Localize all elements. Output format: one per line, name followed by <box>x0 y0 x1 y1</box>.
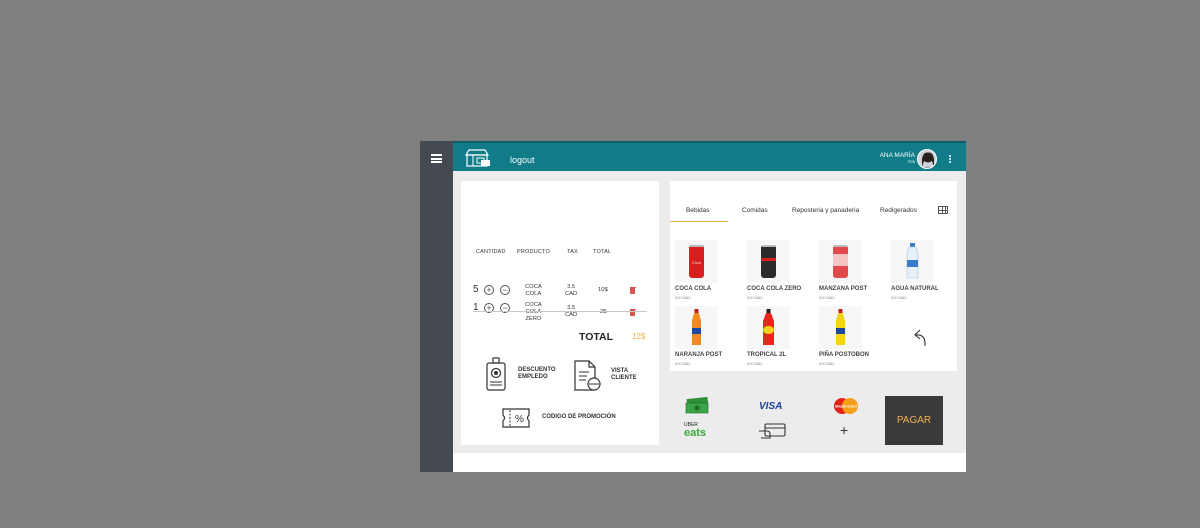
product-name: AGUA NATURAL <box>891 286 939 292</box>
product-card[interactable]: NARANJA POST 3.5 CAD <box>675 306 737 366</box>
row-1-plus-button[interactable]: + <box>484 285 494 295</box>
product-image <box>747 240 790 283</box>
active-tab-indicator <box>670 221 728 222</box>
row-1-product: COCA COLA <box>525 284 542 297</box>
tab-bebidas[interactable]: Bebidas <box>686 207 710 214</box>
water-bottle-icon <box>906 243 919 279</box>
grid-view-icon[interactable] <box>938 206 948 214</box>
avatar[interactable] <box>917 149 937 169</box>
customer-view-icon[interactable] <box>573 360 603 392</box>
product-price: 3.5 CAD <box>747 295 763 300</box>
bottom-band <box>453 453 966 472</box>
product-card[interactable]: COCA COLA ZERO 3.5 CAD <box>747 240 809 300</box>
user-name: ANA MARÍA POS <box>879 152 915 164</box>
header-tax: TAX <box>567 249 578 255</box>
card-payment-icon[interactable] <box>757 422 787 440</box>
mastercard-text: MasterCard <box>835 404 858 409</box>
product-image <box>675 306 718 349</box>
total-value: 12$ <box>632 332 646 341</box>
row-1-total: 10$ <box>598 287 608 293</box>
user-name-label: ANA MARÍA <box>879 152 915 159</box>
total-label: TOTAL <box>579 331 614 343</box>
customer-view-button[interactable]: VISTA CLIENTE <box>611 368 637 382</box>
product-card[interactable]: MANZANA POST 3.5 CAD <box>819 240 881 300</box>
header-total: TOTAL <box>593 249 612 255</box>
divider <box>473 311 647 312</box>
svg-text:Coca: Coca <box>692 260 700 265</box>
back-arrow-icon[interactable] <box>912 326 930 348</box>
svg-text:%: % <box>515 414 524 425</box>
header-quantity: CANTIDAD <box>476 249 506 255</box>
logout-link[interactable]: logout <box>510 155 535 165</box>
soda-bottle-icon <box>836 309 845 345</box>
user-photo-icon <box>922 152 934 168</box>
product-name: PIÑA POSTOBON <box>819 352 870 358</box>
user-role: POS <box>907 159 915 164</box>
row-2-product: COCA COLA ZERO <box>525 302 542 322</box>
promo-code-button[interactable]: CODIGO DE PROMOCIÓN <box>542 414 616 421</box>
soda-bottle-icon <box>692 309 701 345</box>
product-card[interactable]: PIÑA POSTOBON 3.5 CAD <box>819 306 881 366</box>
product-price: 3.5 CAD <box>891 295 907 300</box>
product-price: 3.5 CAD <box>675 361 691 366</box>
soda-can-icon: Coca <box>689 245 704 278</box>
product-price: 3.5 CAD <box>819 295 835 300</box>
product-card[interactable]: AGUA NATURAL 3.5 CAD <box>891 240 953 300</box>
row-1-tax: 3.5 CAD <box>565 284 578 297</box>
employee-discount-button[interactable]: DESCUENTO EMPLEDO <box>518 367 556 381</box>
row-1-minus-button[interactable]: − <box>500 285 510 295</box>
employee-badge-icon[interactable] <box>485 357 507 391</box>
row-1-delete-icon[interactable] <box>629 286 636 294</box>
tab-comidas[interactable]: Comidas <box>742 207 768 214</box>
more-options-icon[interactable] <box>949 155 952 165</box>
product-price: 3.5 CAD <box>675 295 691 300</box>
catalog-panel: Bebidas Comidas Reposteria y panaderia R… <box>670 181 957 371</box>
tab-reposteria[interactable]: Reposteria y panaderia <box>792 207 859 214</box>
product-name: MANZANA POST <box>819 286 868 292</box>
side-rail <box>420 141 453 472</box>
uber-eats-label: eats <box>684 427 707 439</box>
product-card[interactable]: Coca COCA COLA 3.5 CAD <box>675 240 737 300</box>
soda-can-icon <box>833 245 848 278</box>
store-logo-icon <box>465 149 490 167</box>
product-image <box>819 306 862 349</box>
order-panel: CANTIDAD PRODUCTO TAX TOTAL 5 + − COCA C… <box>461 181 659 445</box>
pay-button[interactable]: PAGAR <box>885 396 943 445</box>
soda-can-icon <box>761 245 776 278</box>
promo-code-icon[interactable]: % <box>501 407 531 429</box>
product-image: Coca <box>675 240 718 283</box>
product-name: TROPICAL 2L <box>747 352 787 358</box>
product-card[interactable]: TROPICAL 2L 3.5 CAD <box>747 306 809 366</box>
add-payment-icon[interactable]: + <box>840 422 848 438</box>
product-image <box>747 306 790 349</box>
topbar: logout ANA MARÍA POS <box>453 141 966 171</box>
payment-area: VISA MasterCard UBER eats + PAGAR <box>670 381 957 453</box>
product-image <box>819 240 862 283</box>
menu-icon[interactable] <box>431 154 442 163</box>
mastercard-icon[interactable]: MasterCard <box>832 397 860 415</box>
row-1-quantity: 5 <box>473 284 479 295</box>
product-name: COCA COLA <box>675 286 712 292</box>
tab-refrigerados[interactable]: Redigerados <box>880 207 917 214</box>
product-name: NARANJA POST <box>675 352 723 358</box>
header-product: PRODUCTO <box>517 249 550 255</box>
product-price: 3.5 CAD <box>747 361 763 366</box>
soda-bottle-icon <box>763 309 774 345</box>
product-price: 3.5 CAD <box>819 361 835 366</box>
pos-app: logout ANA MARÍA POS CANTIDAD PRODUCTO T… <box>420 141 966 472</box>
product-image <box>891 240 934 283</box>
visa-icon[interactable]: VISA <box>759 401 782 412</box>
uber-eats-icon[interactable]: UBER eats <box>684 423 706 439</box>
product-name: COCA COLA ZERO <box>747 286 802 292</box>
cash-icon[interactable] <box>684 397 710 415</box>
